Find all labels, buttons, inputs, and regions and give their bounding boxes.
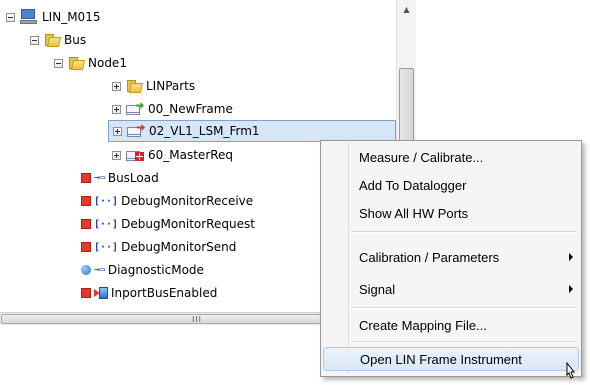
tree-row-bus[interactable]: Bus (30, 29, 86, 51)
tree-row-vl1-lsm-frm1[interactable]: 02_VL1_LSM_Frm1 (108, 120, 396, 142)
expand-icon[interactable] (112, 150, 121, 160)
folder-icon (68, 56, 86, 70)
menu-item-label: Open LIN Frame Instrument (360, 351, 522, 367)
pointer-cursor-icon (563, 361, 579, 382)
tree-row-diagnosticmode[interactable]: →▭ DiagnosticMode (81, 259, 204, 281)
menu-item-label: Signal (359, 281, 396, 297)
port-arrow-icon: →▭ (94, 173, 105, 183)
expand-icon[interactable] (113, 126, 122, 136)
signal-circle-icon (81, 265, 91, 275)
signal-square-icon (81, 242, 91, 252)
port-arrow-icon: →▭ (94, 265, 105, 275)
tree-item-label: LINParts (146, 79, 196, 93)
bracket-icon: [··] (94, 195, 119, 207)
menu-item-open-lin-frame-instrument[interactable]: Open LIN Frame Instrument (323, 347, 579, 371)
scroll-thumb[interactable] (399, 68, 414, 146)
menu-item-measure-calibrate[interactable]: Measure / Calibrate... (323, 145, 579, 169)
bracket-icon: [··] (94, 241, 119, 253)
inport-icon (94, 286, 108, 300)
node-label: Node1 (88, 56, 127, 70)
tree-row-root[interactable]: LIN_M015 (6, 6, 100, 28)
menu-item-signal[interactable]: Signal (323, 277, 579, 301)
signal-square-icon (81, 219, 91, 229)
collapse-icon[interactable] (30, 35, 39, 45)
menu-item-label: Add To Datalogger (359, 177, 467, 193)
context-menu[interactable]: Measure / Calibrate... Add To Datalogger… (320, 140, 582, 377)
frame-envelope-icon (126, 102, 144, 116)
tree-item-label: 60_MasterReq (148, 148, 234, 162)
menu-item-add-to-datalogger[interactable]: Add To Datalogger (323, 173, 579, 197)
bracket-icon: [··] (94, 218, 119, 230)
tree-item-label: 02_VL1_LSM_Frm1 (149, 124, 260, 138)
tree-row-masterreq[interactable]: 60_MasterReq (112, 144, 233, 166)
menu-item-label: Measure / Calibrate... (359, 149, 484, 165)
signal-label: DebugMonitorRequest (121, 217, 255, 231)
root-label: LIN_M015 (42, 10, 101, 24)
collapse-icon[interactable] (6, 12, 15, 22)
signal-square-icon (81, 173, 91, 183)
menu-item-calibration-parameters[interactable]: Calibration / Parameters (323, 245, 579, 269)
signal-label: DiagnosticMode (107, 263, 204, 277)
signal-square-icon (81, 196, 91, 206)
tree-row-debugmonitorreceive[interactable]: [··] DebugMonitorReceive (81, 190, 253, 212)
signal-label: BusLoad (107, 171, 159, 185)
bus-label: Bus (64, 33, 87, 47)
submenu-arrow-icon (569, 285, 573, 293)
menu-item-show-all-hw-ports[interactable]: Show All HW Ports (323, 201, 579, 225)
tree-item-label: 00_NewFrame (148, 102, 233, 116)
signal-label: DebugMonitorReceive (121, 194, 254, 208)
menu-separator (351, 307, 577, 309)
folder-icon (44, 33, 62, 47)
folder-icon (126, 79, 144, 93)
frame-add-icon (126, 148, 144, 162)
expand-icon[interactable] (112, 81, 121, 91)
computer-icon (20, 9, 38, 25)
frame-envelope-icon (127, 124, 145, 138)
menu-item-label: Show All HW Ports (359, 205, 469, 221)
tree-row-busload[interactable]: →▭ BusLoad (81, 167, 159, 189)
tree-row-inportbusenabled[interactable]: InportBusEnabled (81, 282, 217, 304)
tree-row-newframe[interactable]: 00_NewFrame (112, 98, 233, 120)
tree-row-node1[interactable]: Node1 (54, 52, 127, 74)
menu-separator (351, 231, 577, 233)
menu-separator (351, 341, 577, 343)
collapse-icon[interactable] (54, 58, 63, 68)
menu-item-create-mapping-file[interactable]: Create Mapping File... (323, 313, 579, 337)
menu-item-label: Calibration / Parameters (359, 249, 500, 265)
signal-square-icon (81, 288, 91, 298)
tree-row-linparts[interactable]: LINParts (112, 75, 195, 97)
submenu-arrow-icon (569, 253, 573, 261)
scroll-up-icon[interactable]: ▲ (397, 0, 416, 18)
signal-label: InportBusEnabled (111, 286, 218, 300)
grip-icon: III (191, 314, 203, 324)
expand-icon[interactable] (112, 104, 121, 114)
signal-label: DebugMonitorSend (121, 240, 237, 254)
tree-row-debugmonitorrequest[interactable]: [··] DebugMonitorRequest (81, 213, 255, 235)
tree-row-debugmonitorsend[interactable]: [··] DebugMonitorSend (81, 236, 236, 258)
menu-item-label: Create Mapping File... (359, 317, 487, 333)
